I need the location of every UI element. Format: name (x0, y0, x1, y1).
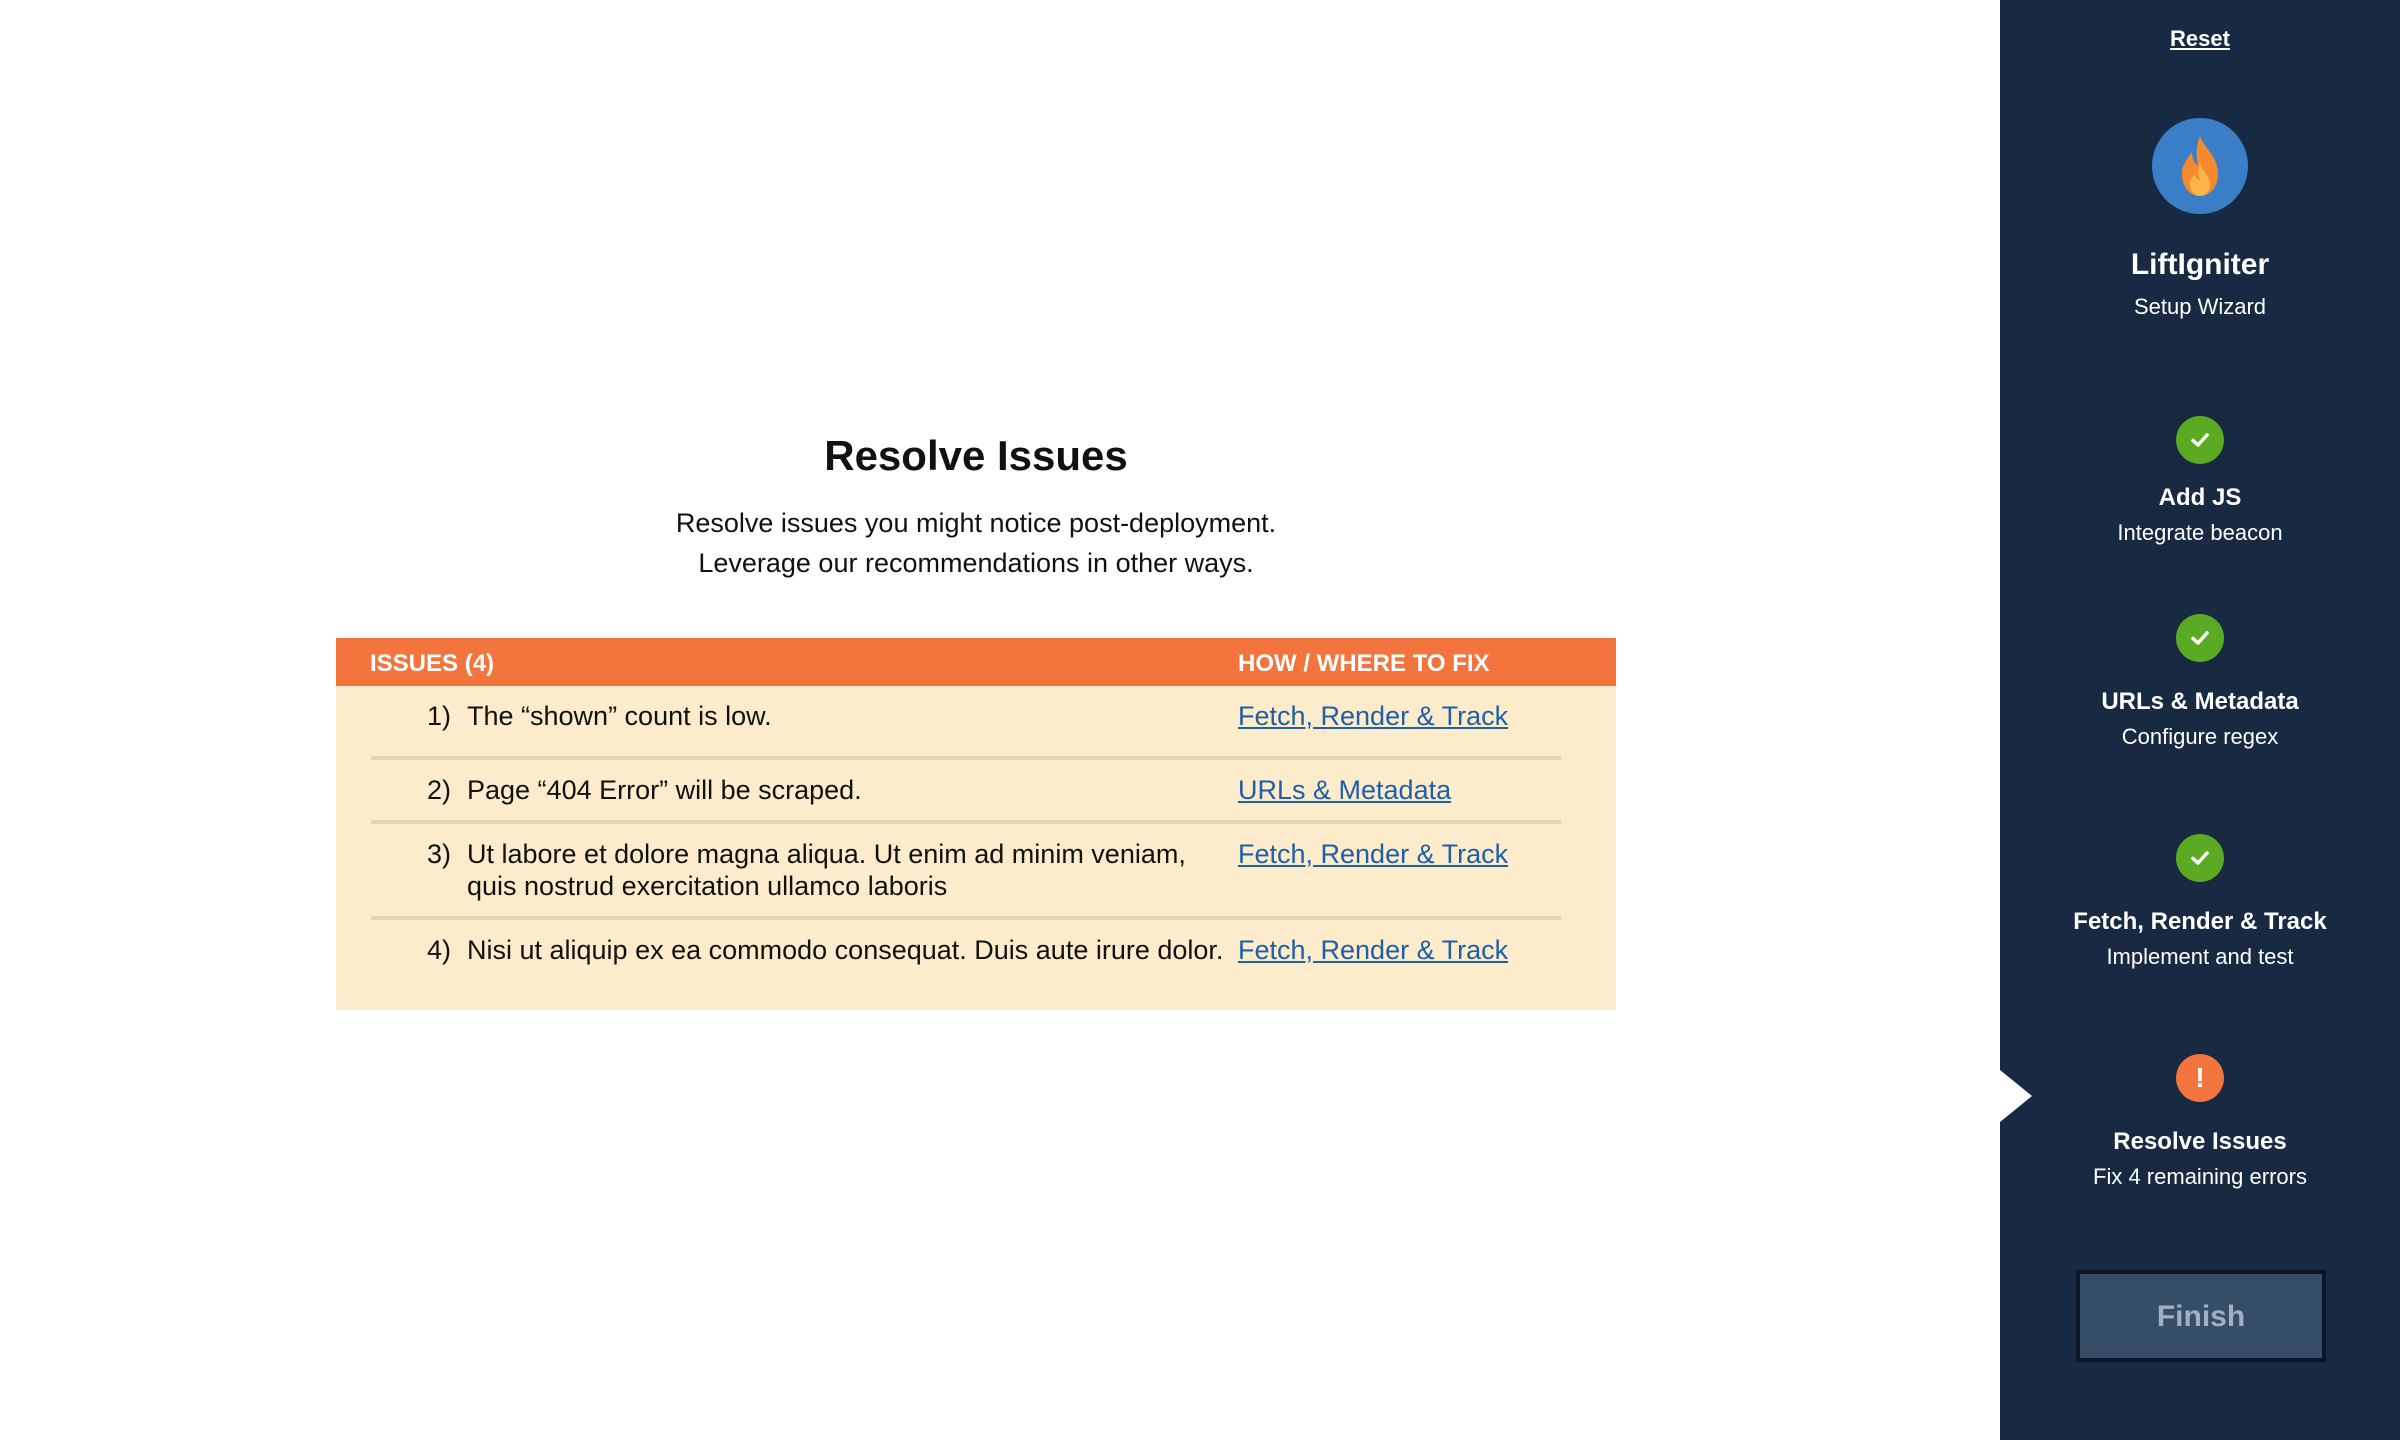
brand-name: LiftIgniter (2130, 248, 2270, 281)
check-icon (2191, 631, 2209, 645)
step-complete-badge (2176, 614, 2224, 662)
step-error-badge: ! (2176, 1054, 2224, 1102)
table-row: 1) The “shown” count is low. Fetch, Rend… (371, 686, 1561, 760)
issue-number: 1) (427, 701, 452, 731)
table-row: 4) Nisi ut aliquip ex ea commodo consequ… (371, 920, 1561, 1006)
table-header: ISSUES (4) HOW / WHERE TO FIX (336, 638, 1616, 686)
check-icon (2191, 851, 2209, 865)
brand-subtitle: Setup Wizard (2133, 294, 2267, 319)
issue-text: The “shown” count is low. (467, 701, 772, 731)
issues-table: ISSUES (4) HOW / WHERE TO FIX 1) The “sh… (336, 638, 1616, 1010)
fix-link[interactable]: Fetch, Render & Track (1238, 700, 1508, 732)
step-title: Add JS (2158, 484, 2242, 511)
table-row: 2) Page “404 Error” will be scraped. URL… (371, 760, 1561, 824)
page-subtitle: Resolve issues you might notice post-dep… (336, 503, 1616, 583)
fix-link[interactable]: Fetch, Render & Track (1238, 934, 1508, 966)
step-subtitle: Implement and test (2106, 944, 2294, 969)
subtitle-line: Leverage our recommendations in other wa… (698, 548, 1254, 578)
issues-column-header: ISSUES (4) (370, 650, 495, 677)
fix-link[interactable]: URLs & Metadata (1238, 774, 1451, 806)
issue-number: 3) (427, 839, 452, 869)
current-step-pointer-icon (2000, 1070, 2032, 1122)
subtitle-line: Resolve issues you might notice post-dep… (675, 508, 1277, 538)
issue-text: Ut labore et dolore magna aliqua. Ut eni… (467, 839, 1186, 901)
fix-link[interactable]: Fetch, Render & Track (1238, 838, 1508, 870)
issue-number: 2) (427, 775, 452, 805)
reset-link[interactable]: Reset (2000, 26, 2400, 52)
issue-text: Nisi ut aliquip ex ea commodo consequat.… (467, 935, 1224, 965)
finish-button[interactable]: Finish (2076, 1270, 2326, 1362)
main-content: Resolve Issues Resolve issues you might … (0, 0, 2000, 1440)
exclamation-icon: ! (2195, 1062, 2205, 1093)
step-title: Fetch, Render & Track (2073, 908, 2327, 935)
flame-icon (2182, 136, 2218, 196)
page-title: Resolve Issues (824, 432, 1128, 479)
wizard-sidebar: Reset LiftIgniter Setup Wizard Add JS In… (2000, 0, 2400, 1440)
step-complete-badge (2176, 416, 2224, 464)
step-title: Resolve Issues (2113, 1128, 2287, 1155)
issue-number: 4) (427, 935, 452, 965)
step-title: URLs & Metadata (2101, 688, 2299, 715)
step-subtitle: Integrate beacon (2117, 520, 2283, 545)
issue-text: Page “404 Error” will be scraped. (467, 775, 862, 805)
table-row: 3) Ut labore et dolore magna aliqua. Ut … (371, 824, 1561, 920)
fix-column-header: HOW / WHERE TO FIX (1238, 650, 1490, 677)
brand-logo (2152, 118, 2248, 214)
step-subtitle: Fix 4 remaining errors (2093, 1164, 2307, 1189)
step-subtitle: Configure regex (2121, 724, 2279, 749)
check-icon (2191, 433, 2209, 447)
issues-list: 1) The “shown” count is low. Fetch, Rend… (336, 686, 1616, 1006)
step-complete-badge (2176, 834, 2224, 882)
